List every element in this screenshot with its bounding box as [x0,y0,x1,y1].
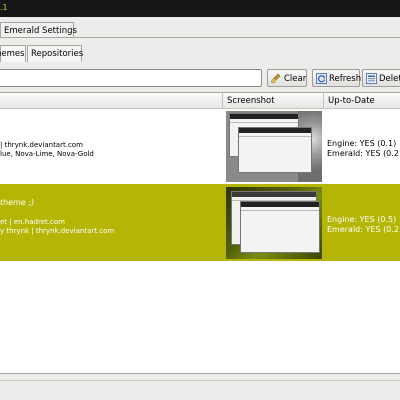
theme-author-text: | thrynk.deviantart.com [0,141,83,149]
theme-screenshot [226,111,322,182]
emerald-status: Emerald: YES (0.2 [327,225,399,234]
delete-button-label: Delete [379,73,400,84]
theme-author-text: et | en.hadret.com [0,218,65,226]
tab-repositories[interactable]: Repositories [27,45,84,62]
tab-panel-border [0,37,400,38]
theme-credit-text: y thrynk | thrynk.deviantart.com [0,227,115,235]
delete-icon [366,73,377,84]
engine-status: Engine: YES (0.5) [327,215,397,224]
delete-button[interactable]: Delete [362,69,400,87]
tab-repositories-label: Repositories [31,49,84,59]
window-titlebar: .1 [0,0,400,17]
engine-status: Engine: YES (0.1) [327,139,397,148]
theme-name-text: theme ;) [0,198,35,207]
refresh-icon [316,73,327,84]
refresh-button[interactable]: Refresh [312,69,362,87]
theme-screenshot [226,187,322,259]
clear-button-label: Clear [284,73,307,84]
column-header-uptodate-label: Up-to-Date [328,96,375,106]
theme-variants-text: lue, Nova-Lime, Nova-Gold [0,150,94,158]
broom-icon [271,73,281,84]
window-title: .1 [0,3,8,12]
column-header-uptodate[interactable]: Up-to-Date [324,93,400,109]
search-input[interactable] [0,69,262,87]
emerald-status: Emerald: YES (0.2 [327,149,399,158]
theme-row-selected[interactable]: theme ;) et | en.hadret.com y thrynk | t… [0,184,400,261]
status-bar [0,375,400,400]
theme-row[interactable]: | thrynk.deviantart.com lue, Nova-Lime, … [0,109,400,184]
tab-themes[interactable]: hemes [0,45,26,62]
column-header-screenshot[interactable]: Screenshot [223,93,324,109]
clear-button[interactable]: Clear [267,69,307,87]
column-header-screenshot-label: Screenshot [227,96,275,106]
column-header-name[interactable] [0,93,223,109]
tab-emerald-settings-label: Emerald Settings [4,26,77,36]
tab-themes-label: hemes [0,49,25,59]
tab-emerald-settings[interactable]: Emerald Settings [0,22,77,38]
refresh-button-label: Refresh [329,73,362,84]
theme-list[interactable]: Screenshot Up-to-Date | thrynk.deviantar… [0,92,400,374]
